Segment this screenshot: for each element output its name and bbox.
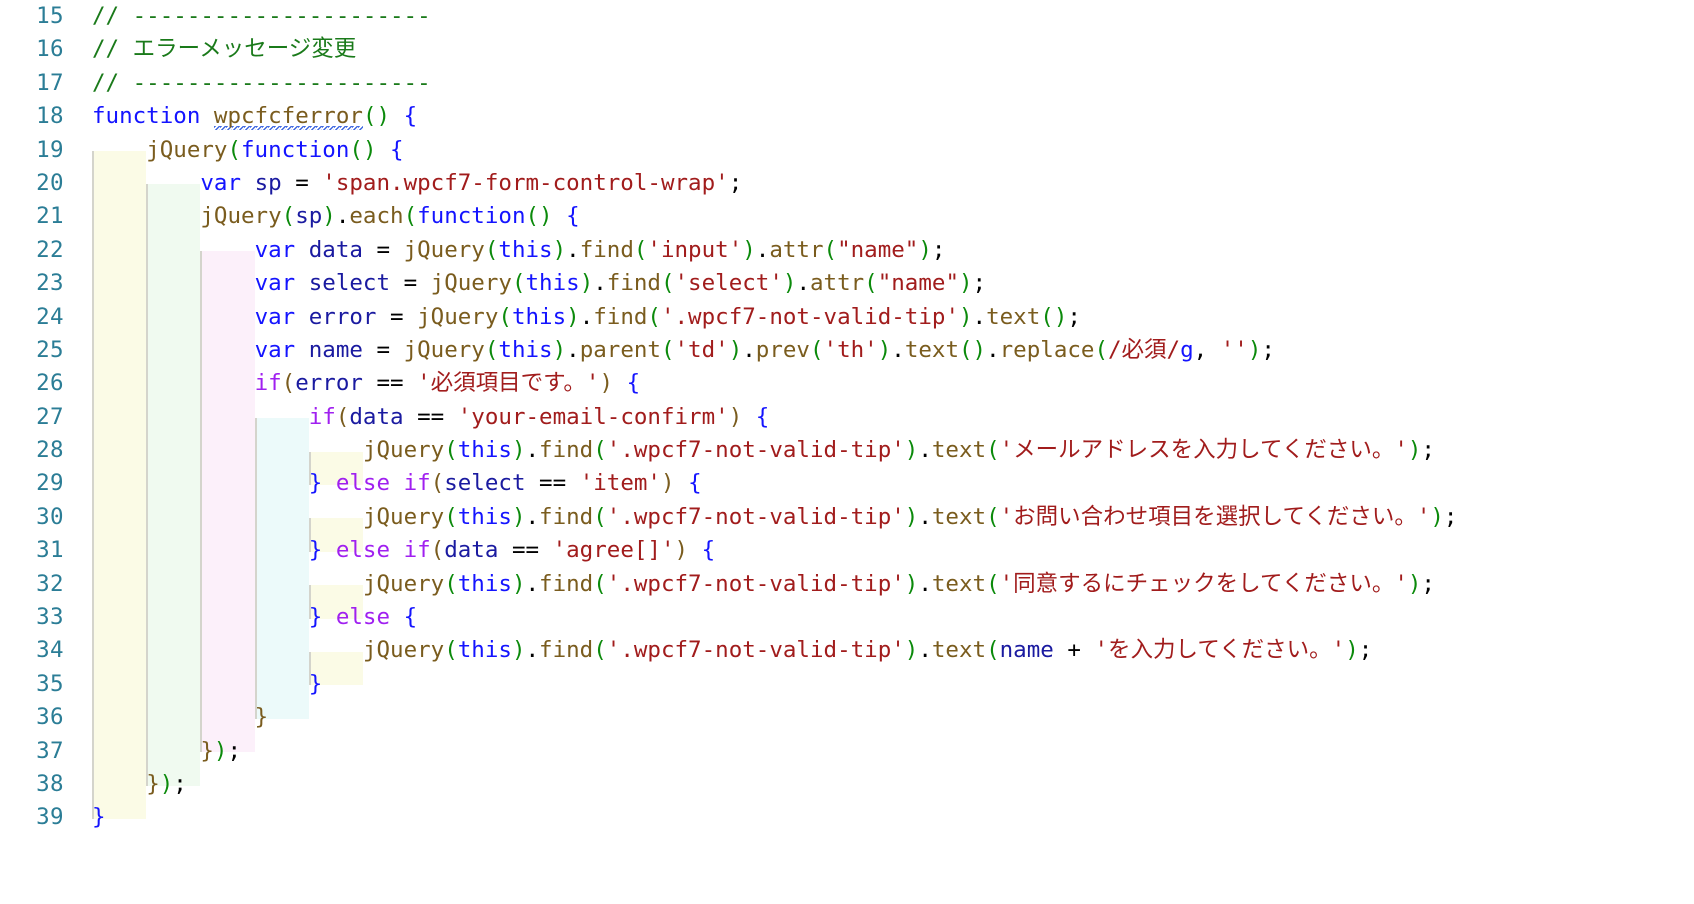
- code-line[interactable]: 29 } else if(select == 'item') {: [0, 467, 1694, 500]
- code-line[interactable]: 20 var sp = 'span.wpcf7-form-control-wra…: [0, 167, 1694, 200]
- line-number: 16: [36, 36, 64, 63]
- code-line[interactable]: 17 // ----------------------: [0, 67, 1694, 100]
- line-number: 26: [36, 370, 64, 397]
- line-number: 25: [36, 336, 64, 363]
- line-number: 21: [36, 203, 64, 230]
- code-text[interactable]: // ----------------------: [92, 0, 431, 33]
- code-line[interactable]: 16 // エラーメッセージ変更: [0, 33, 1694, 66]
- code-line[interactable]: 36 }: [0, 701, 1694, 734]
- line-number: 39: [36, 804, 64, 831]
- code-line[interactable]: 38 });: [0, 768, 1694, 801]
- line-number: 23: [36, 270, 64, 297]
- line-number: 38: [36, 770, 64, 797]
- line-number: 30: [36, 503, 64, 530]
- code-text[interactable]: } else if(data == 'agree[]') {: [92, 534, 715, 567]
- code-text[interactable]: var name = jQuery(this).parent('td').pre…: [92, 334, 1275, 367]
- code-line[interactable]: 22 var data = jQuery(this).find('input')…: [0, 234, 1694, 267]
- code-text[interactable]: function wpcfcferror() {: [92, 100, 417, 133]
- code-text[interactable]: // ----------------------: [92, 67, 431, 100]
- code-line[interactable]: 24 var error = jQuery(this).find('.wpcf7…: [0, 301, 1694, 334]
- code-text[interactable]: var error = jQuery(this).find('.wpcf7-no…: [92, 301, 1081, 334]
- line-number: 22: [36, 236, 64, 263]
- code-text[interactable]: });: [92, 735, 241, 768]
- code-line[interactable]: 18 function wpcfcferror() {: [0, 100, 1694, 133]
- code-line[interactable]: 39}: [0, 801, 1694, 834]
- code-text[interactable]: } else {: [92, 601, 417, 634]
- code-line[interactable]: 35 }: [0, 668, 1694, 701]
- code-lines: 15 // ---------------------- 16 // エラーメッセージ…: [0, 0, 1694, 835]
- code-line[interactable]: 32 jQuery(this).find('.wpcf7-not-valid-t…: [0, 568, 1694, 601]
- code-text[interactable]: }: [92, 801, 106, 834]
- code-text[interactable]: if(error == '必須項目です。') {: [92, 367, 641, 400]
- line-number: 32: [36, 570, 64, 597]
- line-number: 34: [36, 637, 64, 664]
- code-line[interactable]: 23 var select = jQuery(this).find('selec…: [0, 267, 1694, 300]
- code-text[interactable]: var select = jQuery(this).find('select')…: [92, 267, 987, 300]
- code-text[interactable]: jQuery(sp).each(function() {: [92, 200, 579, 233]
- code-text[interactable]: });: [92, 768, 187, 801]
- code-editor[interactable]: 15 // ---------------------- 16 // エラーメッセージ…: [0, 0, 1694, 904]
- code-text[interactable]: } else if(select == 'item') {: [92, 467, 702, 500]
- line-number: 18: [36, 103, 64, 130]
- line-number: 28: [36, 437, 64, 464]
- code-line[interactable]: 30 jQuery(this).find('.wpcf7-not-valid-t…: [0, 501, 1694, 534]
- line-number: 33: [36, 604, 64, 631]
- line-number: 37: [36, 737, 64, 764]
- code-line[interactable]: 37 });: [0, 735, 1694, 768]
- code-line[interactable]: 27 if(data == 'your-email-confirm') {: [0, 401, 1694, 434]
- line-number: 19: [36, 136, 64, 163]
- line-number: 36: [36, 704, 64, 731]
- line-number: 20: [36, 169, 64, 196]
- code-line[interactable]: 31 } else if(data == 'agree[]') {: [0, 534, 1694, 567]
- code-line[interactable]: 21 jQuery(sp).each(function() {: [0, 200, 1694, 233]
- code-line[interactable]: 34 jQuery(this).find('.wpcf7-not-valid-t…: [0, 634, 1694, 667]
- code-line[interactable]: 15 // ----------------------: [0, 0, 1694, 33]
- code-text[interactable]: var data = jQuery(this).find('input').at…: [92, 234, 946, 267]
- line-number: 24: [36, 303, 64, 330]
- code-text[interactable]: jQuery(this).find('.wpcf7-not-valid-tip'…: [92, 434, 1435, 467]
- line-number: 27: [36, 403, 64, 430]
- line-number: 35: [36, 670, 64, 697]
- line-number: 31: [36, 537, 64, 564]
- code-text[interactable]: jQuery(this).find('.wpcf7-not-valid-tip'…: [92, 568, 1435, 601]
- code-text[interactable]: jQuery(function() {: [92, 134, 403, 167]
- code-text[interactable]: var sp = 'span.wpcf7-form-control-wrap';: [92, 167, 742, 200]
- code-line[interactable]: 28 jQuery(this).find('.wpcf7-not-valid-t…: [0, 434, 1694, 467]
- code-text[interactable]: }: [92, 668, 323, 701]
- code-text[interactable]: jQuery(this).find('.wpcf7-not-valid-tip'…: [92, 501, 1458, 534]
- code-line[interactable]: 19 jQuery(function() {: [0, 134, 1694, 167]
- code-text[interactable]: }: [92, 701, 269, 734]
- code-text[interactable]: if(data == 'your-email-confirm') {: [92, 401, 770, 434]
- line-number: 17: [36, 69, 64, 96]
- code-line[interactable]: 26 if(error == '必須項目です。') {: [0, 367, 1694, 400]
- line-number: 29: [36, 470, 64, 497]
- code-line[interactable]: 25 var name = jQuery(this).parent('td').…: [0, 334, 1694, 367]
- code-line[interactable]: 33 } else {: [0, 601, 1694, 634]
- code-text[interactable]: // エラーメッセージ変更: [92, 33, 356, 66]
- line-number: 15: [36, 3, 64, 29]
- code-text[interactable]: jQuery(this).find('.wpcf7-not-valid-tip'…: [92, 634, 1372, 667]
